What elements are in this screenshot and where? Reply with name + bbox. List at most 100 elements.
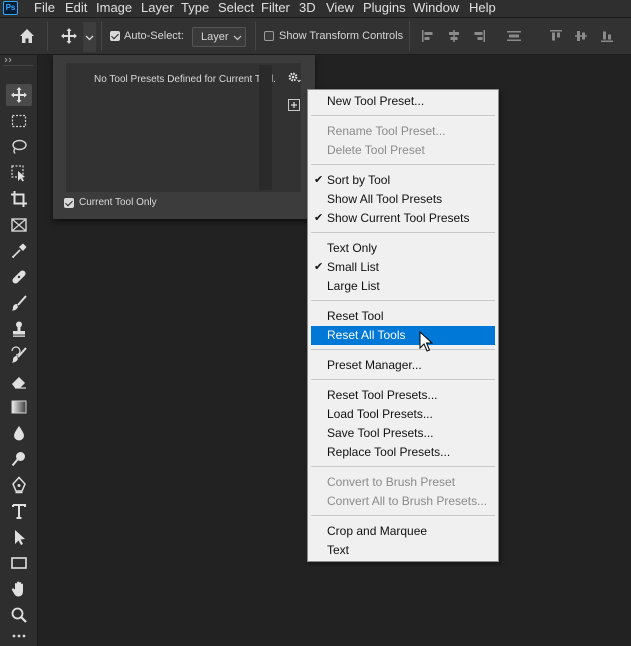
- eraser-tool[interactable]: [6, 370, 32, 392]
- menu-item-new-tool-preset[interactable]: New Tool Preset...: [311, 92, 495, 111]
- arrow-pointer-icon: [15, 530, 25, 545]
- menu-item-label: Text Only: [327, 241, 378, 255]
- menu-item-crop-and-marquee[interactable]: Crop and Marquee: [311, 522, 495, 541]
- lasso-icon: [12, 139, 27, 154]
- chevron-down-icon: [85, 35, 94, 41]
- menu-item-label: New Tool Preset...: [327, 94, 425, 108]
- tools-panel: [0, 55, 38, 646]
- show-transform-label: Show Transform Controls: [279, 30, 404, 42]
- bandage-icon: [12, 270, 26, 284]
- menu-item-reset-all-tools[interactable]: Reset All Tools: [311, 326, 495, 345]
- history-brush-tool[interactable]: [6, 344, 32, 366]
- gradient-icon: [11, 400, 27, 414]
- menu-item-load-tool-presets[interactable]: Load Tool Presets...: [311, 405, 495, 424]
- menu-help[interactable]: Help: [469, 0, 496, 15]
- zoom-tool[interactable]: [6, 604, 32, 626]
- gradient-tool[interactable]: [6, 396, 32, 418]
- menu-item-sort-by-tool[interactable]: ✔ Sort by Tool: [311, 171, 495, 190]
- path-select-tool[interactable]: [6, 526, 32, 548]
- auto-select-checkbox[interactable]: [110, 31, 120, 41]
- more-tools[interactable]: [6, 628, 32, 644]
- current-tool-only-label: Current Tool Only: [79, 197, 157, 208]
- home-button[interactable]: [14, 18, 40, 54]
- menu-item-label: Convert to Brush Preset: [327, 475, 456, 489]
- menu-window[interactable]: Window: [413, 0, 459, 15]
- menu-item-large-list[interactable]: Large List: [311, 277, 495, 296]
- show-transform-checkbox[interactable]: [264, 31, 274, 41]
- clone-stamp-tool[interactable]: [6, 318, 32, 340]
- align-top-icon[interactable]: [549, 29, 563, 43]
- brush-tool[interactable]: [6, 292, 32, 314]
- menu-file[interactable]: File: [34, 0, 55, 15]
- current-tool-only-checkbox[interactable]: [64, 198, 74, 208]
- menu-item-label: Small List: [327, 260, 380, 274]
- align-right-icon[interactable]: [472, 29, 486, 43]
- menu-item-label: Show All Tool Presets: [327, 192, 443, 206]
- menu-item-show-all-tool-presets[interactable]: Show All Tool Presets: [311, 190, 495, 209]
- menu-item-save-tool-presets[interactable]: Save Tool Presets...: [311, 424, 495, 443]
- align-bottom-icon[interactable]: [600, 29, 614, 43]
- menu-item-small-list[interactable]: ✔ Small List: [311, 258, 495, 277]
- rectangle-tool[interactable]: [6, 552, 32, 574]
- mouse-cursor-icon: [419, 331, 433, 352]
- move-tool[interactable]: [6, 84, 32, 106]
- zoom-icon: [11, 607, 27, 623]
- menu-plugins[interactable]: Plugins: [363, 0, 406, 15]
- menu-item-replace-tool-presets[interactable]: Replace Tool Presets...: [311, 443, 495, 462]
- menu-view[interactable]: View: [326, 0, 354, 15]
- panel-options-button[interactable]: [284, 67, 304, 87]
- crop-tool[interactable]: [6, 188, 32, 210]
- photoshop-logo-icon[interactable]: Ps: [3, 1, 18, 15]
- menu-select[interactable]: Select: [218, 0, 254, 15]
- menu-item-label: Convert All to Brush Presets...: [327, 494, 488, 508]
- object-select-tool[interactable]: [6, 162, 32, 184]
- menu-3d[interactable]: 3D: [299, 0, 316, 15]
- distribute-icon[interactable]: [506, 29, 522, 43]
- collapse-panel-icon[interactable]: [4, 57, 16, 63]
- menu-layer[interactable]: Layer: [141, 0, 174, 15]
- layer-select[interactable]: Layer: [192, 27, 246, 47]
- menu-bar: Ps File Edit Image Layer Type Select Fil…: [0, 0, 631, 17]
- menu-separator: [311, 349, 495, 350]
- menu-image[interactable]: Image: [96, 0, 132, 15]
- divider: [3, 65, 33, 66]
- divider: [409, 21, 410, 51]
- move-tool-preset-button[interactable]: [57, 18, 83, 54]
- align-left-icon[interactable]: [421, 29, 435, 43]
- menu-item-text-only[interactable]: Text Only: [311, 239, 495, 258]
- align-center-icon[interactable]: [447, 29, 461, 43]
- menu-item-convert-to-brush-preset: Convert to Brush Preset: [311, 473, 495, 492]
- align-middle-icon[interactable]: [574, 29, 588, 43]
- menu-item-reset-tool[interactable]: Reset Tool: [311, 307, 495, 326]
- menu-separator: [311, 300, 495, 301]
- pen-tool[interactable]: [6, 474, 32, 496]
- type-tool[interactable]: [6, 500, 32, 522]
- menu-type[interactable]: Type: [181, 0, 209, 15]
- menu-item-show-current-tool-presets[interactable]: ✔ Show Current Tool Presets: [311, 209, 495, 228]
- eyedropper-tool[interactable]: [6, 240, 32, 262]
- preset-scrollbar[interactable]: [259, 65, 272, 190]
- menu-item-label: Save Tool Presets...: [327, 426, 434, 440]
- lasso-tool[interactable]: [6, 136, 32, 158]
- menu-item-reset-tool-presets[interactable]: Reset Tool Presets...: [311, 386, 495, 405]
- menu-filter[interactable]: Filter: [261, 0, 290, 15]
- home-icon: [20, 29, 34, 43]
- tool-preset-dropdown[interactable]: [83, 22, 96, 52]
- frame-tool[interactable]: [6, 214, 32, 236]
- menu-item-label: Show Current Tool Presets: [327, 211, 470, 225]
- hand-tool[interactable]: [6, 578, 32, 600]
- tool-preset-panel: No Tool Presets Defined for Current Tool…: [53, 55, 315, 219]
- menu-item-convert-all-to-brush-presets: Convert All to Brush Presets...: [311, 492, 495, 511]
- menu-edit[interactable]: Edit: [65, 0, 87, 15]
- object-selection-icon: [11, 165, 25, 182]
- healing-brush-tool[interactable]: [6, 266, 32, 288]
- dodge-tool[interactable]: [6, 448, 32, 470]
- blur-tool[interactable]: [6, 422, 32, 444]
- menu-item-label: Crop and Marquee: [327, 524, 428, 538]
- marquee-tool[interactable]: [6, 110, 32, 132]
- menu-item-text[interactable]: Text: [311, 541, 495, 560]
- menu-item-preset-manager[interactable]: Preset Manager...: [311, 356, 495, 375]
- menu-item-delete-tool-preset: Delete Tool Preset: [311, 141, 495, 160]
- new-preset-button[interactable]: [288, 99, 300, 111]
- plus-icon: [291, 102, 297, 108]
